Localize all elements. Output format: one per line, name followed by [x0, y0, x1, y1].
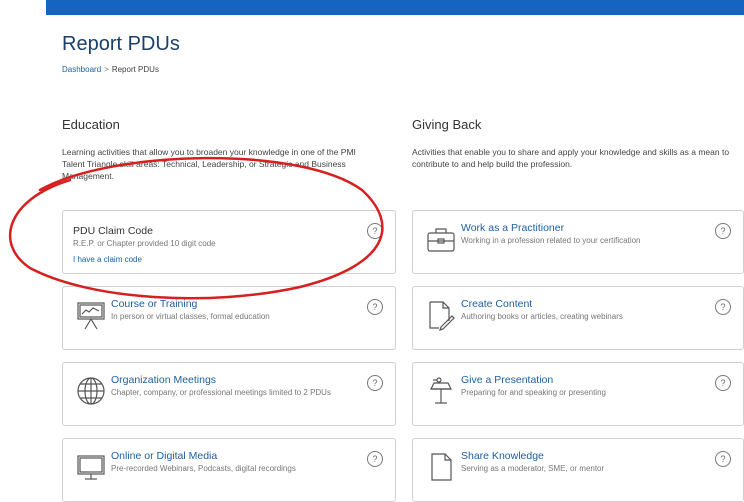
podium-icon — [425, 375, 457, 407]
breadcrumb: Dashboard > Report PDUs — [62, 65, 159, 74]
document-pen-icon — [425, 299, 457, 331]
page-title: Report PDUs — [62, 33, 180, 55]
help-icon[interactable]: ? — [715, 223, 731, 239]
presentation-board-icon — [75, 299, 107, 331]
card-title: Give a Presentation — [461, 374, 554, 386]
online-digital-media-card[interactable]: Online or Digital Media Pre-recorded Web… — [62, 438, 396, 502]
pdu-claim-code-card[interactable]: PDU Claim Code R.E.P. or Chapter provide… — [62, 210, 396, 274]
card-description: Serving as a moderator, SME, or mentor — [461, 464, 605, 473]
card-title: Work as a Practitioner — [461, 222, 565, 234]
claim-code-title: PDU Claim Code — [73, 225, 153, 237]
card-title: Online or Digital Media — [111, 450, 218, 462]
create-content-card[interactable]: Create Content Authoring books or articl… — [412, 286, 744, 350]
briefcase-icon — [425, 223, 457, 255]
education-description: Learning activities that allow you to br… — [62, 147, 356, 181]
globe-icon — [75, 375, 107, 407]
work-as-practitioner-card[interactable]: Work as a Practitioner Working in a prof… — [412, 210, 744, 274]
card-title: Share Knowledge — [461, 450, 544, 462]
help-icon[interactable]: ? — [715, 375, 731, 391]
help-icon[interactable]: ? — [715, 299, 731, 315]
claim-code-description: R.E.P. or Chapter provided 10 digit code — [73, 239, 216, 248]
help-icon[interactable]: ? — [367, 223, 383, 239]
help-icon[interactable]: ? — [367, 299, 383, 315]
breadcrumb-separator: > — [104, 65, 109, 74]
card-title: Create Content — [461, 298, 533, 310]
giving-back-description: Activities that enable you to share and … — [412, 147, 730, 169]
card-description: Chapter, company, or professional meetin… — [111, 388, 331, 397]
help-icon[interactable]: ? — [367, 451, 383, 467]
monitor-icon — [75, 451, 107, 483]
document-icon — [425, 451, 457, 483]
organization-meetings-card[interactable]: Organization Meetings Chapter, company, … — [62, 362, 396, 426]
claim-code-link[interactable]: I have a claim code — [73, 255, 142, 264]
give-presentation-card[interactable]: Give a Presentation Preparing for and sp… — [412, 362, 744, 426]
card-description: Preparing for and speaking or presenting — [461, 388, 606, 397]
breadcrumb-dashboard-link[interactable]: Dashboard — [62, 65, 101, 74]
card-title: Organization Meetings — [111, 374, 217, 386]
giving-back-heading: Giving Back — [412, 117, 482, 132]
course-training-card[interactable]: Course or Training In person or virtual … — [62, 286, 396, 350]
card-description: Authoring books or articles, creating we… — [461, 312, 623, 321]
help-icon[interactable]: ? — [367, 375, 383, 391]
education-heading: Education — [62, 117, 120, 132]
card-description: Working in a profession related to your … — [461, 236, 641, 245]
card-title: Course or Training — [111, 298, 198, 310]
share-knowledge-card[interactable]: Share Knowledge Serving as a moderator, … — [412, 438, 744, 502]
card-description: In person or virtual classes, formal edu… — [111, 312, 270, 321]
top-banner — [46, 0, 744, 15]
card-description: Pre-recorded Webinars, Podcasts, digital… — [111, 464, 296, 473]
breadcrumb-current: Report PDUs — [111, 65, 159, 74]
help-icon[interactable]: ? — [715, 451, 731, 467]
